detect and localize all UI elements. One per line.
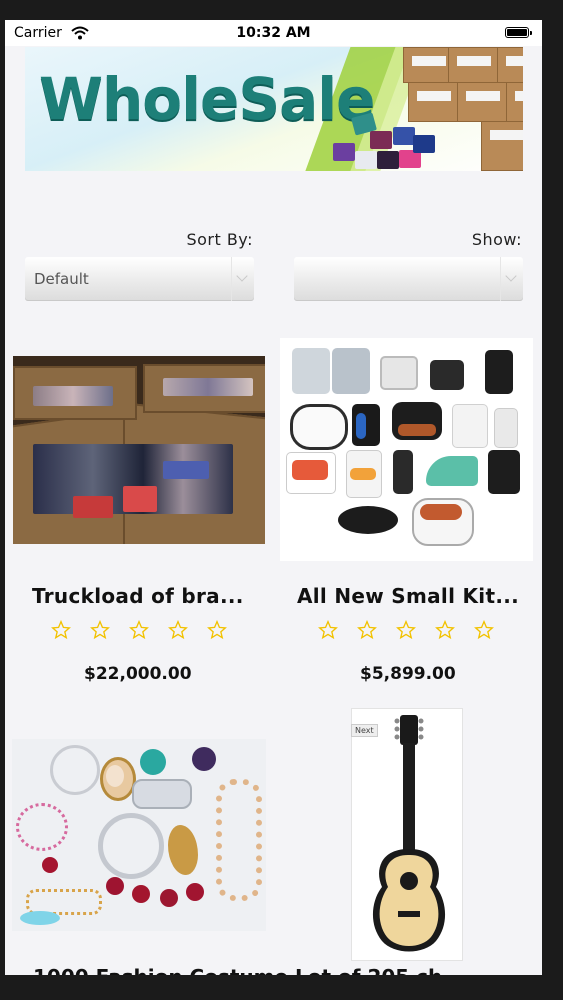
status-bar: Carrier 10:32 AM — [5, 20, 542, 46]
product-image[interactable] — [280, 338, 533, 561]
star-icon — [396, 620, 416, 640]
clock: 10:32 AM — [236, 25, 311, 41]
star-icon — [318, 620, 338, 640]
sort-by-value: Default — [34, 270, 89, 288]
product-title[interactable]: Truckload of bra... — [32, 584, 244, 608]
star-icon — [168, 620, 188, 640]
product-image[interactable] — [12, 739, 266, 931]
product-price: $5,899.00 — [360, 664, 456, 684]
show-dropdown[interactable] — [294, 257, 523, 301]
product-image[interactable] — [13, 356, 265, 544]
chevron-down-icon — [500, 257, 523, 301]
star-icon — [357, 620, 377, 640]
product-image[interactable] — [351, 708, 463, 961]
product-title[interactable]: 1000 Fashion Costume Lot of 205 ch... — [33, 965, 465, 975]
app-screen: Carrier 10:32 AM WholeSale Sort By: Show… — [5, 20, 542, 975]
sort-by-dropdown[interactable]: Default — [25, 257, 254, 301]
star-icon — [51, 620, 71, 640]
product-title[interactable]: All New Small Kit... — [297, 584, 519, 608]
next-tag: Next — [351, 724, 378, 737]
product-price: $22,000.00 — [84, 664, 192, 684]
star-icon — [474, 620, 494, 640]
star-icon — [129, 620, 149, 640]
sort-by-label: Sort By: — [186, 230, 253, 249]
banner-title: WholeSale — [39, 65, 375, 133]
battery-icon — [505, 27, 532, 38]
star-icon — [90, 620, 110, 640]
rating-stars — [51, 620, 227, 640]
rating-stars — [318, 620, 494, 640]
star-icon — [207, 620, 227, 640]
star-icon — [435, 620, 455, 640]
show-label: Show: — [471, 230, 522, 249]
chevron-down-icon — [231, 257, 254, 301]
guitar-icon — [372, 715, 446, 952]
wholesale-banner[interactable]: WholeSale — [25, 47, 523, 171]
